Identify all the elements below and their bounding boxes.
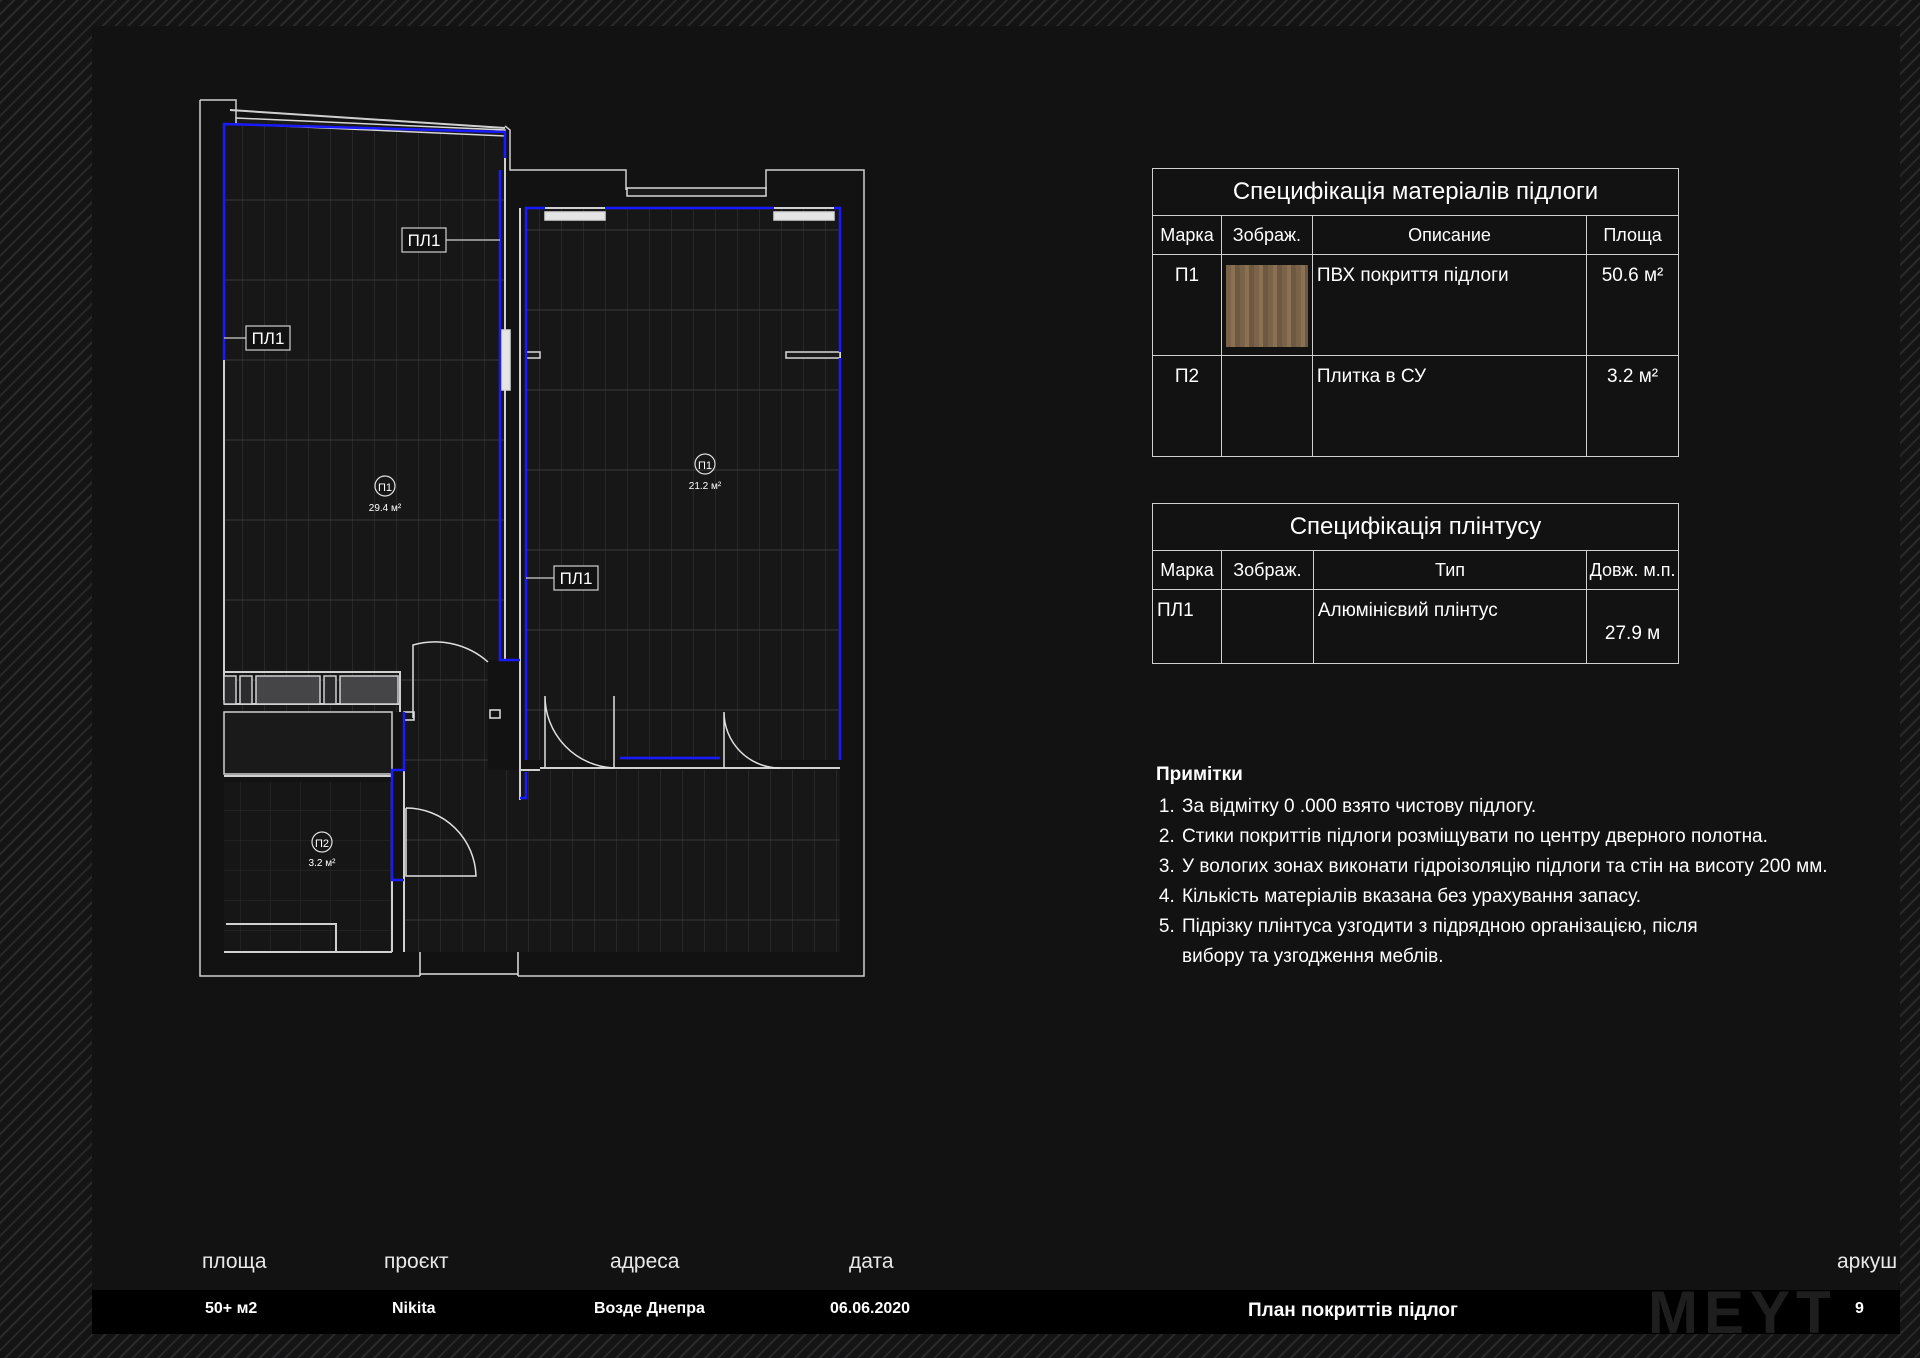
notes-list: За відмітку 0 .000 взято чистову підлогу…: [1156, 792, 1828, 972]
label-sheet: аркуш: [1837, 1250, 1898, 1273]
value-area: 50+ м2: [205, 1300, 258, 1317]
floor-spec-table: Специфікація матеріалів підлоги Марка Зо…: [1152, 168, 1679, 457]
value-address: Возде Днепра: [594, 1300, 705, 1317]
col-type: Тип: [1312, 550, 1588, 590]
note-item: Підрізку плінтуса узгодити з підрядною о…: [1180, 912, 1742, 972]
wood-texture-swatch: [1225, 265, 1308, 347]
col-area: Площа: [1586, 215, 1679, 255]
plinth-tag: ПЛ1: [408, 231, 441, 250]
room-area: 3.2 м²: [309, 858, 337, 869]
row-description: Плитка в СУ: [1311, 355, 1588, 457]
col-description: Описание: [1311, 215, 1588, 255]
label-project: проєкт: [384, 1250, 449, 1273]
note-item: За відмітку 0 .000 взято чистову підлогу…: [1180, 792, 1828, 822]
note-item: Кількість матеріалів вказана без урахува…: [1180, 882, 1828, 912]
note-item: Стики покриттів підлоги розміщувати по ц…: [1180, 822, 1828, 852]
sheet-title: План покриттів підлог: [1248, 1300, 1458, 1321]
row-type: Алюмінієвий плінтус: [1312, 589, 1588, 664]
col-image: Зображ.: [1220, 550, 1314, 590]
row-area: 3.2 м²: [1586, 355, 1679, 457]
row-mark: ПЛ1: [1152, 589, 1222, 664]
room-area: 21.2 м²: [689, 481, 722, 492]
room-mark: П2: [315, 838, 329, 850]
row-mark: П1: [1152, 254, 1222, 356]
brand-logo: MEYT: [1648, 1279, 1839, 1346]
image-cell: [1220, 589, 1314, 664]
table-row: П2 Плитка в СУ 3.2 м²: [1152, 355, 1679, 457]
wardrobe: [223, 675, 399, 775]
plinth-spec-title: Специфікація плінтусу: [1152, 503, 1679, 551]
table-row: ПЛ1 Алюмінієвий плінтус 27.9 м: [1152, 589, 1679, 664]
col-image: Зображ.: [1220, 215, 1313, 255]
col-mark: Марка: [1152, 215, 1222, 255]
room-corridor: [404, 770, 840, 952]
table-row: П1 ПВХ покриття підлоги 50.6 м²: [1152, 254, 1679, 356]
room-area: 29.4 м²: [369, 503, 402, 514]
notes: Примітки За відмітку 0 .000 взято чистов…: [1156, 760, 1828, 972]
row-length: 27.9 м: [1586, 589, 1679, 664]
note-item: У вологих зонах виконати гідроізоляцію п…: [1180, 852, 1828, 882]
sheet-number: 9: [1855, 1300, 1864, 1317]
room-mark: П1: [378, 482, 392, 494]
room-mark: П1: [698, 460, 712, 472]
material-swatch-cell: [1220, 254, 1313, 356]
row-description: ПВХ покриття підлоги: [1311, 254, 1588, 356]
plinth-tag: ПЛ1: [560, 569, 593, 588]
label-date: дата: [849, 1250, 894, 1273]
value-date: 06.06.2020: [830, 1300, 911, 1317]
col-length: Довж. м.п.: [1586, 550, 1679, 590]
value-project: Nikita: [392, 1300, 436, 1317]
label-address: адреса: [610, 1250, 680, 1273]
room-bedroom: [526, 208, 840, 760]
plinth-spec-table: Специфікація плінтусу Марка Зображ. Тип …: [1152, 503, 1679, 664]
col-mark: Марка: [1152, 550, 1222, 590]
title-block-bar: [92, 1290, 1900, 1334]
row-area: 50.6 м²: [1586, 254, 1679, 356]
row-mark: П2: [1152, 355, 1222, 457]
plinth-tag: ПЛ1: [252, 329, 285, 348]
label-area: площа: [202, 1250, 267, 1273]
material-swatch-cell: [1220, 355, 1313, 457]
floor-spec-title: Специфікація матеріалів підлоги: [1152, 168, 1679, 216]
notes-title: Примітки: [1156, 764, 1243, 785]
